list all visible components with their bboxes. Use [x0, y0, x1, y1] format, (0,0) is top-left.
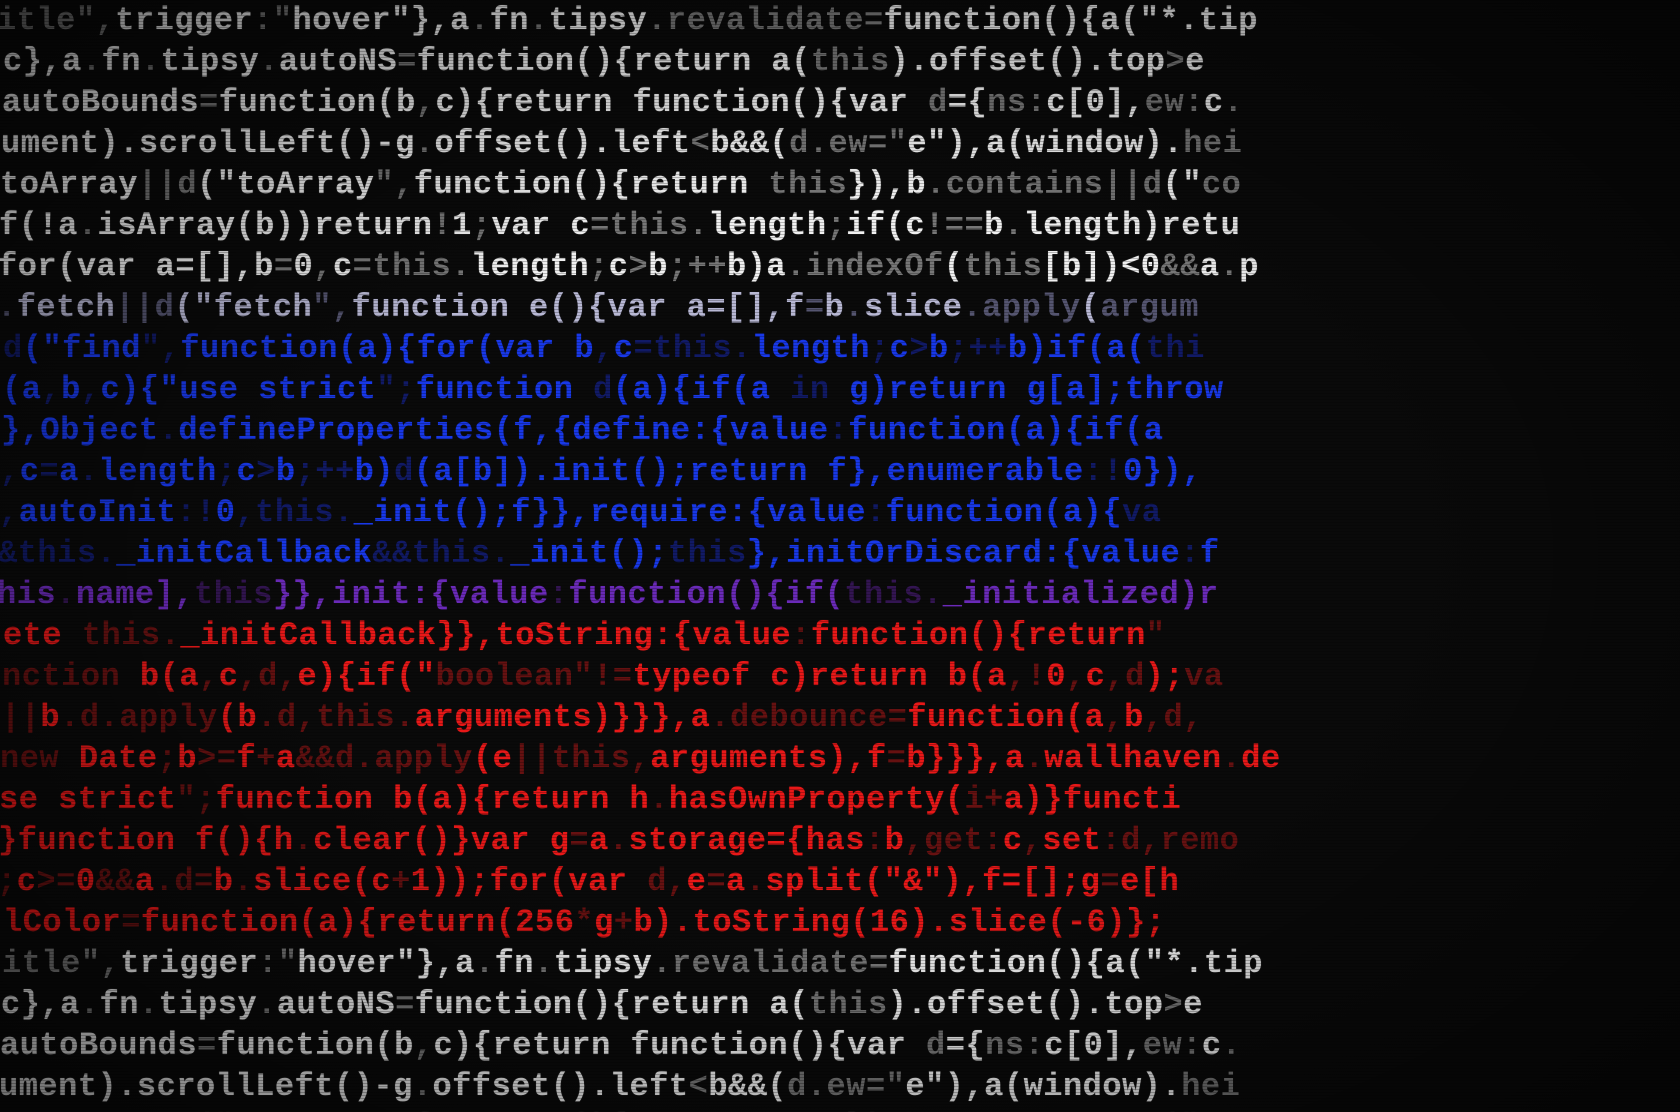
code-line: nction b(a,c,d,e){if("boolean"!=typeof c…: [2, 656, 1680, 697]
code-line: new Date;b>=f+a&&d.apply(e||this,argumen…: [0, 738, 1680, 779]
code-line: ,autoInit:!0,this._init();f}},require:{v…: [0, 492, 1679, 533]
code-line: itle",trigger:"hover"},a.fn.tipsy.revali…: [2, 943, 1680, 984]
code-line: }function f(){h.clear()}var g=a.storage=…: [0, 820, 1678, 861]
code-line: &this._initCallback&&this._init();this},…: [0, 533, 1678, 574]
code-line: toArray||d("toArray",function(){return t…: [0, 1107, 1678, 1112]
flag-code-background: itle",trigger:"hover"},a.fn.tipsy.revali…: [0, 0, 1680, 1112]
code-line: se strict";function b(a){return h.hasOwn…: [0, 779, 1679, 820]
code-line: ete this._initCallback}},toString:{value…: [3, 615, 1680, 656]
code-line: ;c>=0&&a.d=b.slice(c+1));for(var d,e=a.s…: [0, 861, 1677, 902]
code-line: autoBounds=function(b,c){return function…: [0, 1025, 1680, 1066]
code-line: c},a.fn.tipsy.autoNS=function(){return a…: [3, 41, 1680, 82]
code-line: (a,b,c){"use strict";function d(a){if(a …: [2, 369, 1680, 410]
code-line: autoBounds=function(b,c){return function…: [2, 82, 1680, 123]
code-line: his.name],this}},init:{value:function(){…: [0, 574, 1677, 615]
code-line: itle",trigger:"hover"},a.fn.tipsy.revali…: [0, 0, 1677, 41]
code-line: .fetch||d("fetch",function e(){var a=[],…: [0, 287, 1677, 328]
code-line: ument).scrollLeft()-g.offset().left<b&&(…: [1, 123, 1680, 164]
code-line: ,c=a.length;c>b;++b)d(a[b]).init();retur…: [0, 451, 1680, 492]
code-line: toArray||d("toArray",function(){return t…: [0, 164, 1680, 205]
code-line: c},a.fn.tipsy.autoNS=function(){return a…: [1, 984, 1680, 1025]
code-line: lColor=function(a){return(256*g+b).toStr…: [3, 902, 1680, 943]
code-line: d("find",function(a){for(var b,c=this.le…: [3, 328, 1680, 369]
code-line: f(!a.isArray(b))return!1;var c=this.leng…: [0, 205, 1679, 246]
code-line: for(var a=[],b=0,c=this.length;c>b;++b)a…: [0, 246, 1678, 287]
code-line: ument).scrollLeft()-g.offset().left<b&&(…: [0, 1066, 1679, 1107]
code-line: },Object.defineProperties(f,{define:{val…: [1, 410, 1680, 451]
code-line: ||b.d.apply(b.d,this.arguments)}}},a.deb…: [1, 697, 1680, 738]
